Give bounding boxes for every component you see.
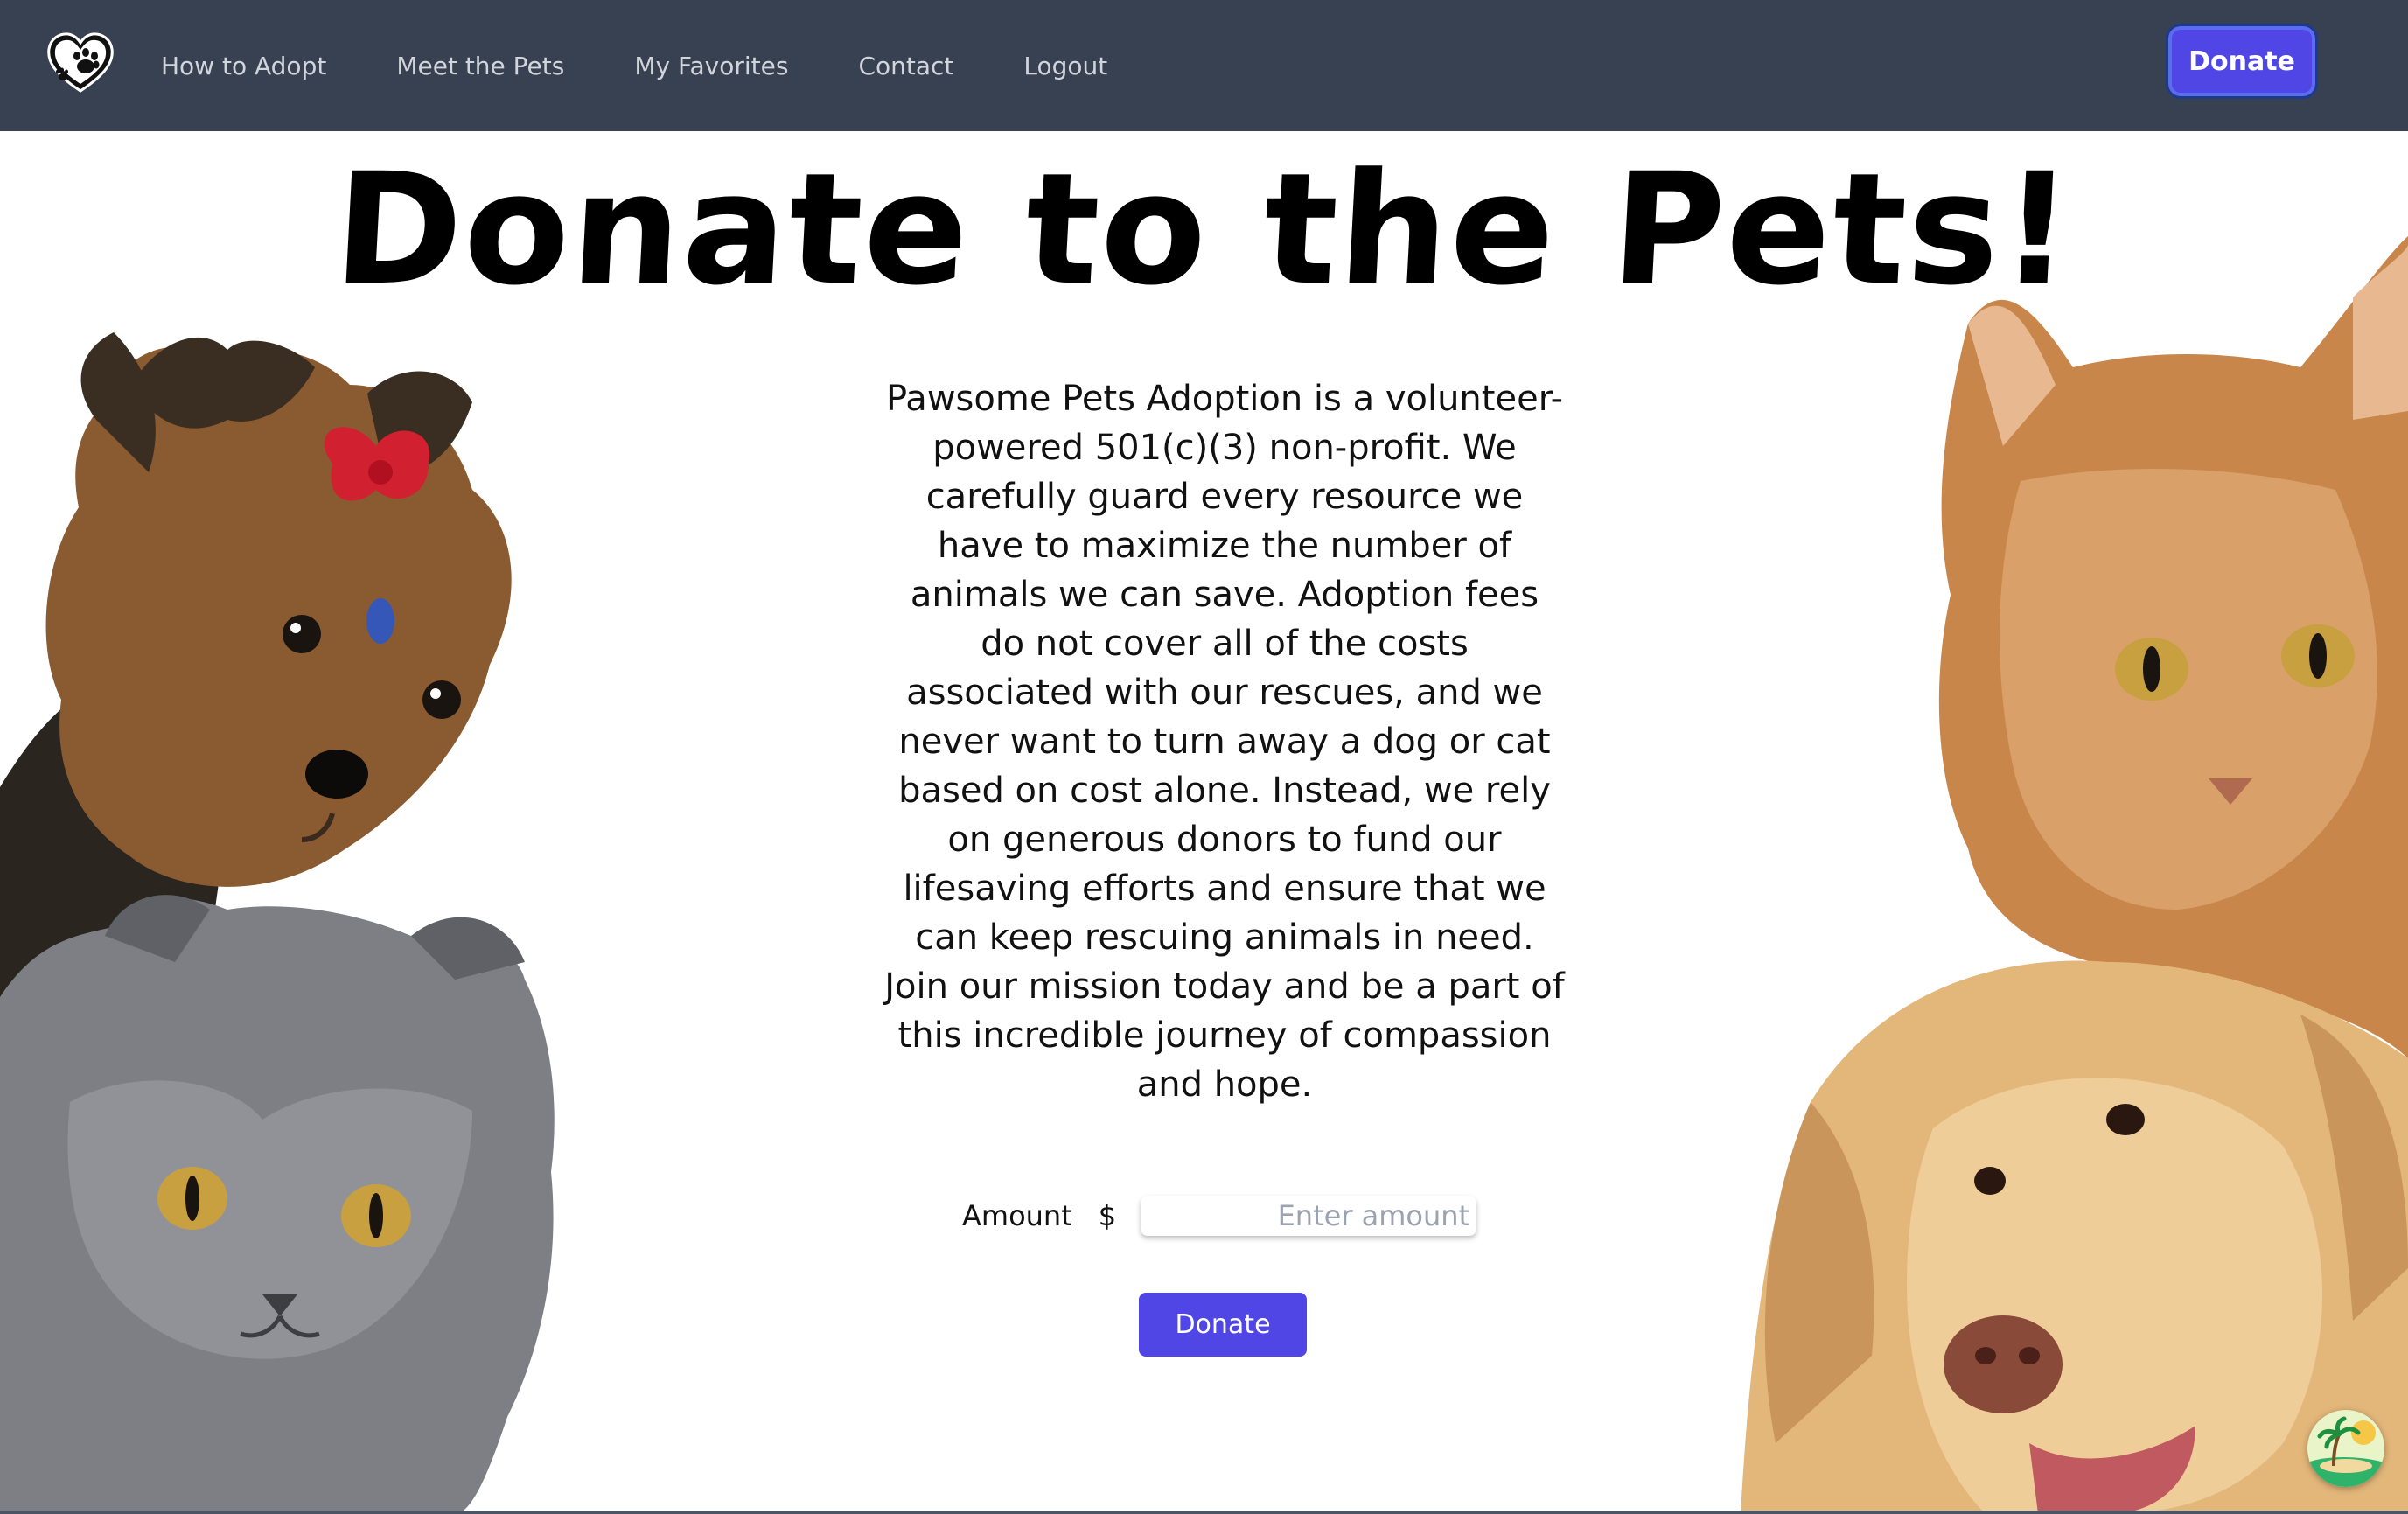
heart-paw-icon[interactable] — [45, 31, 115, 94]
nav-links: How to Adopt Meet the Pets My Favorites … — [161, 0, 1177, 131]
page-title: Donate to the Pets! — [330, 140, 2078, 319]
mission-statement: Pawsome Pets Adoption is a volunteer-pow… — [884, 379, 1565, 1105]
nav-link-meet-the-pets[interactable]: Meet the Pets — [396, 52, 564, 80]
pets-image-right — [1741, 219, 2408, 1514]
nav-link-how-to-adopt[interactable]: How to Adopt — [161, 52, 326, 80]
donate-submit-button[interactable]: Donate — [1139, 1293, 1307, 1357]
top-navbar: How to Adopt Meet the Pets My Favorites … — [0, 0, 2408, 131]
donate-page: How to Adopt Meet the Pets My Favorites … — [0, 0, 2408, 1514]
amount-row: Amount $ — [962, 1193, 1477, 1238]
nav-link-my-favorites[interactable]: My Favorites — [634, 52, 788, 80]
currency-symbol: $ — [1098, 1199, 1117, 1232]
amount-label: Amount — [962, 1199, 1072, 1232]
bottom-divider — [0, 1511, 2408, 1514]
amount-input[interactable] — [1141, 1196, 1477, 1236]
pets-image-left — [0, 332, 717, 1514]
island-badge-icon[interactable] — [2307, 1410, 2384, 1487]
nav-link-contact[interactable]: Contact — [858, 52, 953, 80]
nav-link-logout[interactable]: Logout — [1023, 52, 1107, 80]
nav-donate-button[interactable]: Donate — [2166, 24, 2318, 99]
